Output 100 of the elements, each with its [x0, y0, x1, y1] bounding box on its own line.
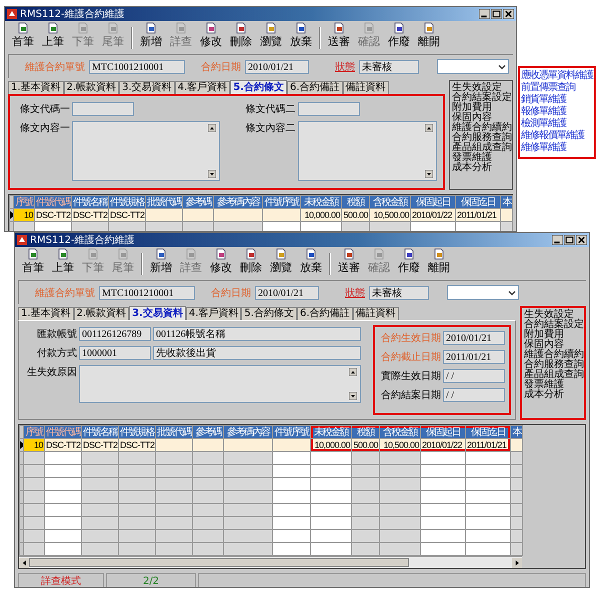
- tab[interactable]: 1.基本資料: [8, 81, 64, 94]
- toolbar-button[interactable]: 離開: [425, 248, 453, 275]
- toolbar-button[interactable]: 修改: [197, 22, 225, 49]
- input-field[interactable]: 2010/01/21: [443, 331, 505, 345]
- list-item[interactable]: 合約服務查詢: [524, 360, 582, 370]
- tab[interactable]: 4.客戶資料: [186, 307, 242, 320]
- tab[interactable]: 1.基本資料: [18, 307, 74, 320]
- toolbar-button[interactable]: 上筆: [39, 22, 67, 49]
- column-header[interactable]: 批號代碼: [146, 196, 182, 208]
- list-item[interactable]: 發票維護: [524, 380, 582, 390]
- column-header[interactable]: 參考碼: [182, 196, 214, 208]
- tab[interactable]: 5.合約條文: [230, 80, 287, 94]
- close-button[interactable]: [503, 9, 514, 19]
- toolbar-button[interactable]: 送審: [335, 248, 363, 275]
- menu-item[interactable]: 維修報價單維護: [521, 130, 584, 142]
- scroll-up-icon[interactable]: [208, 124, 216, 132]
- column-header[interactable]: 件號名稱: [72, 196, 108, 208]
- dropdown-field[interactable]: [437, 59, 509, 74]
- tab[interactable]: 備註資料: [352, 307, 398, 320]
- column-header[interactable]: 參考碼: [192, 426, 224, 438]
- column-header[interactable]: 未稅金額: [300, 196, 342, 208]
- column-header[interactable]: 含稅金額: [370, 196, 410, 208]
- maximize-button[interactable]: [491, 9, 502, 19]
- toolbar-button[interactable]: 修改: [207, 248, 235, 275]
- tab[interactable]: 備註資料: [342, 81, 388, 94]
- list-item[interactable]: 維護合約續約: [452, 123, 510, 133]
- column-header[interactable]: 件號名稱: [82, 426, 118, 438]
- scroll-down-icon[interactable]: [349, 392, 357, 400]
- input-field[interactable]: 未審核: [369, 286, 429, 300]
- list-item[interactable]: 合約結案設定: [524, 320, 582, 330]
- column-header[interactable]: 保固起日: [410, 196, 456, 208]
- tab[interactable]: 6.合約備註: [296, 307, 352, 320]
- input-field[interactable]: [72, 102, 134, 116]
- toolbar-button[interactable]: 瀏覽: [267, 248, 295, 275]
- input-field[interactable]: MTC1001210001: [89, 60, 185, 74]
- column-header[interactable]: 批號代碼: [156, 426, 192, 438]
- toolbar-button[interactable]: 刪除: [227, 22, 255, 49]
- tab[interactable]: 3.交易資料: [129, 306, 186, 320]
- toolbar-button[interactable]: 刪除: [237, 248, 265, 275]
- scroll-down-icon[interactable]: [208, 170, 216, 178]
- column-header[interactable]: 保固迄日: [466, 426, 510, 438]
- menu-item[interactable]: 檢測單維護: [521, 118, 566, 130]
- input-field[interactable]: 2011/01/21: [443, 350, 505, 364]
- scroll-down-icon[interactable]: [425, 170, 433, 178]
- toolbar-button[interactable]: 送審: [325, 22, 353, 49]
- dropdown-field[interactable]: [447, 285, 519, 300]
- toolbar-button[interactable]: 放棄: [287, 22, 315, 49]
- toolbar-button[interactable]: 首筆: [19, 248, 47, 275]
- menu-item[interactable]: 報修單維護: [521, 106, 566, 118]
- column-header[interactable]: 未稅金額: [310, 426, 352, 438]
- menu-item[interactable]: 維修單維護: [521, 142, 566, 154]
- scroll-thumb[interactable]: [29, 558, 409, 567]
- column-header[interactable]: 含稅金額: [380, 426, 420, 438]
- list-item[interactable]: 成本分析: [524, 390, 582, 400]
- list-item[interactable]: 生失效設定: [524, 310, 582, 320]
- menu-item[interactable]: 銷貨單維護: [521, 94, 566, 106]
- tab[interactable]: 2.帳款資料: [74, 307, 130, 320]
- list-item[interactable]: 附加費用: [524, 330, 582, 340]
- list-item[interactable]: 生失效設定: [452, 83, 510, 93]
- toolbar-button[interactable]: 放棄: [297, 248, 325, 275]
- menu-item[interactable]: 前置傳票查詢: [521, 82, 575, 94]
- tab[interactable]: 6.合約備註: [286, 81, 342, 94]
- column-header[interactable]: 稅額: [342, 196, 370, 208]
- input-field[interactable]: MTC1001210001: [99, 286, 195, 300]
- scroll-left-icon[interactable]: [19, 558, 29, 568]
- input-field[interactable]: [298, 102, 360, 116]
- toolbar-button[interactable]: 作廢: [395, 248, 423, 275]
- list-item[interactable]: 維護合約續約: [524, 350, 582, 360]
- tab[interactable]: 4.客戶資料: [174, 81, 230, 94]
- maximize-button[interactable]: [564, 235, 575, 245]
- toolbar-button[interactable]: 瀏覽: [257, 22, 285, 49]
- scroll-up-icon[interactable]: [425, 124, 433, 132]
- minimize-button[interactable]: [552, 235, 563, 245]
- column-header[interactable]: 本: [510, 426, 522, 438]
- input-field[interactable]: 1000001: [79, 346, 151, 360]
- scroll-up-icon[interactable]: [349, 368, 357, 376]
- list-item[interactable]: 保固內容: [452, 113, 510, 123]
- close-button[interactable]: [576, 235, 587, 245]
- tab[interactable]: 2.帳款資料: [64, 81, 120, 94]
- input-field[interactable]: / /: [443, 369, 505, 383]
- list-item[interactable]: 合約服務查詢: [452, 133, 510, 143]
- list-item[interactable]: 附加費用: [452, 103, 510, 113]
- input-field[interactable]: / /: [443, 388, 505, 402]
- column-header[interactable]: 保固迄日: [456, 196, 500, 208]
- column-header[interactable]: 保固起日: [420, 426, 466, 438]
- toolbar-button[interactable]: 新增: [147, 248, 175, 275]
- list-item[interactable]: 合約結案設定: [452, 93, 510, 103]
- column-header[interactable]: 件號規格: [118, 426, 156, 438]
- column-header[interactable]: 稅額: [352, 426, 380, 438]
- input-field[interactable]: 001126126789: [79, 327, 151, 341]
- scroll-right-icon[interactable]: [512, 558, 522, 568]
- input-field[interactable]: 001126帳號名稱: [153, 327, 361, 341]
- list-item[interactable]: 產品組成查詢: [452, 143, 510, 153]
- input-field[interactable]: 先收款後出貨: [153, 346, 361, 360]
- toolbar-button[interactable]: 上筆: [49, 248, 77, 275]
- list-item[interactable]: 產品組成查詢: [524, 370, 582, 380]
- column-header[interactable]: 本: [500, 196, 512, 208]
- minimize-button[interactable]: [479, 9, 490, 19]
- tab[interactable]: 5.合約條文: [241, 307, 297, 320]
- list-item[interactable]: 保固內容: [524, 340, 582, 350]
